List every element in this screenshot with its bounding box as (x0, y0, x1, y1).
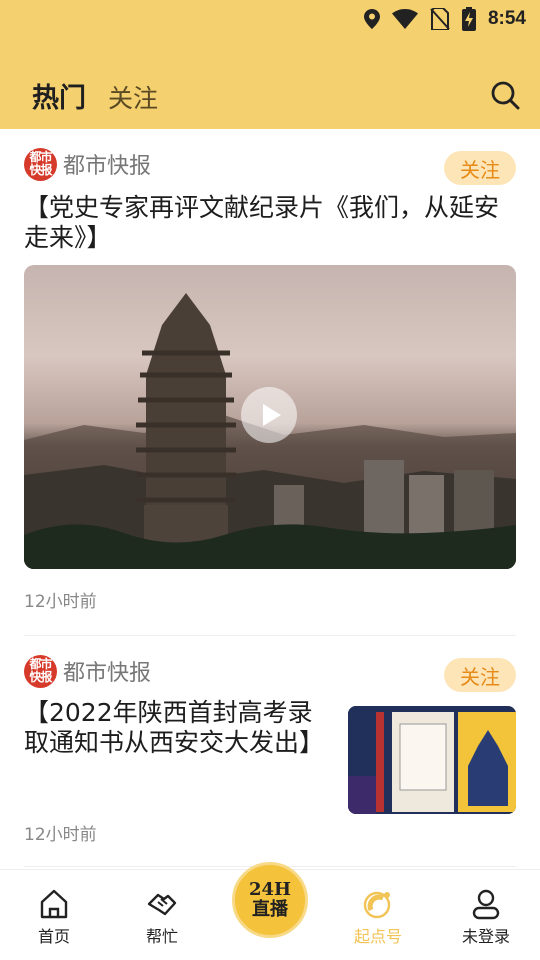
source-logo[interactable]: 都市快报 (24, 147, 57, 181)
source-name[interactable]: 都市快报 (63, 655, 151, 687)
publish-time: 12小时前 (24, 592, 97, 612)
wifi-icon (391, 9, 418, 29)
news-card[interactable]: 都市快报 都市快报 关注 【2022年陕西首封高考录取通知书从西安交大发出】 1… (24, 648, 516, 866)
publish-time: 12小时前 (24, 825, 97, 845)
nav-item-qidian[interactable]: 起点号 (338, 888, 418, 947)
tab-follow[interactable]: 关注 (108, 79, 158, 115)
battery-charging-icon (461, 7, 476, 31)
home-icon (40, 889, 68, 919)
nav-label-login: 未登录 (461, 927, 510, 946)
tab-hot[interactable]: 热门 (32, 76, 86, 115)
header-tabs: 热门 关注 (32, 76, 158, 115)
location-icon (363, 9, 380, 29)
admission-letter-image (348, 706, 516, 814)
article-thumbnail[interactable] (348, 706, 516, 814)
search-icon[interactable] (490, 80, 520, 110)
nav-label-help: 帮忙 (145, 927, 178, 946)
live-label-line2: 直播 (252, 899, 288, 920)
status-time: 8:54 (487, 8, 526, 29)
article-title[interactable]: 【党史专家再评文献纪录片《我们，从延安走来》】 (24, 193, 516, 253)
nav-label-home: 首页 (37, 927, 70, 946)
news-card[interactable]: 都市快报 都市快报 关注 【党史专家再评文献纪录片《我们，从延安走来》】 12小… (24, 141, 516, 635)
live-24h-button[interactable]: 24H 直播 (232, 862, 308, 938)
live-label-line1: 24H (248, 879, 292, 900)
nav-item-login[interactable]: 未登录 (446, 888, 526, 947)
nav-item-help[interactable]: 帮忙 (122, 888, 202, 947)
app-header: 8:54 热门 关注 (0, 0, 540, 129)
source-name[interactable]: 都市快报 (63, 148, 151, 180)
user-icon (472, 889, 500, 920)
bottom-nav: 首页 帮忙 24H 直播 起点号 未登录 (0, 862, 540, 960)
handshake-icon (147, 893, 177, 916)
no-sim-icon (430, 8, 450, 30)
follow-button[interactable]: 关注 (444, 151, 516, 185)
follow-button[interactable]: 关注 (444, 658, 516, 692)
article-title[interactable]: 【2022年陕西首封高考录取通知书从西安交大发出】 (24, 698, 324, 758)
news-feed: 都市快报 都市快报 关注 【党史专家再评文献纪录片《我们，从延安走来》】 12小… (0, 129, 540, 869)
play-icon[interactable] (241, 387, 297, 443)
source-logo[interactable]: 都市快报 (24, 654, 57, 688)
qidian-icon (363, 891, 391, 919)
divider (24, 635, 516, 636)
status-bar: 8:54 (0, 0, 540, 38)
nav-label-qidian: 起点号 (353, 927, 402, 946)
nav-item-home[interactable]: 首页 (14, 888, 94, 947)
video-thumbnail[interactable] (24, 265, 516, 569)
